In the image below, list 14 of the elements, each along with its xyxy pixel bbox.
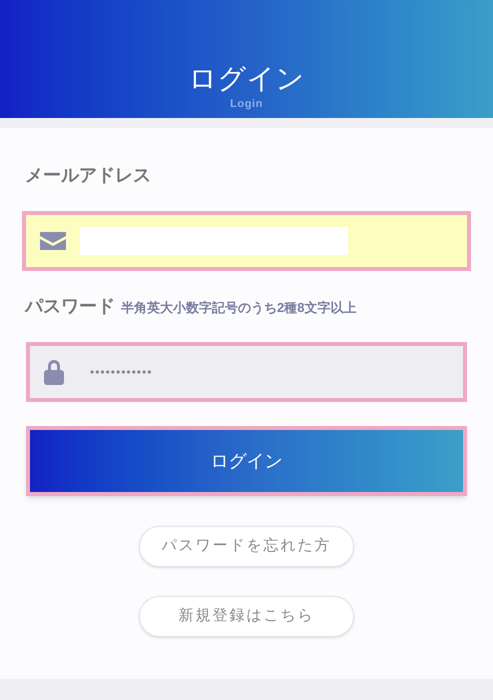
password-field[interactable]: •••••••••••• [26,342,467,402]
login-button[interactable]: ログイン [26,426,467,496]
lock-icon [44,359,64,385]
password-value: •••••••••••• [90,364,152,381]
text-input[interactable] [80,227,348,255]
link-button[interactable]: パスワードを忘れた方 [139,526,354,567]
envelope-icon [40,232,66,250]
page-title: ログイン [188,62,304,96]
password-hint: 半角英大小数字記号のうち2種8文字以上 [121,299,356,317]
link-button[interactable]: 新規登録はこちら [139,596,354,637]
email-field[interactable] [22,211,471,271]
page-subtitle: Login [230,96,263,112]
field-label: メールアドレス [25,164,152,187]
field-label: パスワード [25,295,115,318]
